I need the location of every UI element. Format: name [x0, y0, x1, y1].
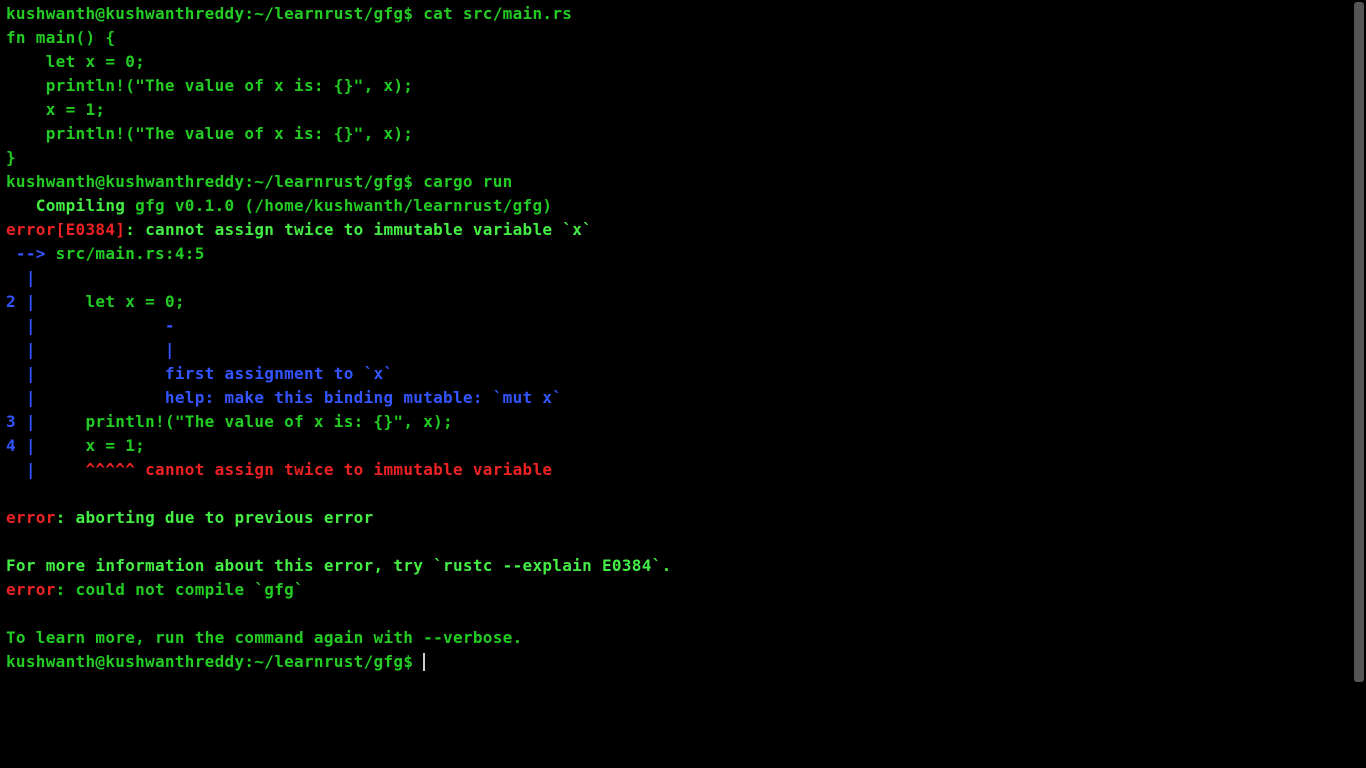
- caret-message: cannot assign twice to immutable variabl…: [135, 460, 552, 479]
- prompt-user: kushwanth@kushwanthreddy: [6, 4, 244, 23]
- error-message: : could not compile `gfg`: [56, 580, 304, 599]
- gutter-bar: |: [6, 388, 46, 407]
- compiling-label: Compiling: [6, 196, 125, 215]
- caret-pad: [46, 460, 86, 479]
- compiling-target: gfg v0.1.0 (/home/kushwanth/learnrust/gf…: [125, 196, 552, 215]
- error-label: error: [6, 580, 56, 599]
- command: cat src/main.rs: [423, 4, 572, 23]
- prompt-dollar: $: [403, 4, 423, 23]
- gutter-bar: |: [6, 316, 46, 335]
- line-number: 4: [6, 436, 26, 455]
- source-line: let x = 0;: [6, 52, 145, 71]
- error-bracket: [: [56, 220, 66, 239]
- error-label: error: [6, 220, 56, 239]
- gutter-bar: |: [6, 340, 46, 359]
- error-code: E0384: [66, 220, 116, 239]
- source-line: fn main() {: [6, 28, 115, 47]
- error-message: : cannot assign twice to immutable varia…: [125, 220, 592, 239]
- gutter-bar: |: [26, 436, 46, 455]
- source-line: println!("The value of x is: {}", x);: [6, 76, 413, 95]
- source-line: x = 1;: [6, 100, 105, 119]
- prompt-path: :~/learnrust/gfg: [244, 4, 403, 23]
- gutter-bar: |: [6, 268, 46, 287]
- code-line: x = 1;: [46, 436, 145, 455]
- location-arrow: -->: [6, 244, 56, 263]
- error-bracket: ]: [115, 220, 125, 239]
- cursor[interactable]: [423, 653, 425, 671]
- location-file: src/main.rs:4:5: [56, 244, 205, 263]
- learn-more: To learn more, run the command again wit…: [6, 628, 523, 647]
- vertical-scrollbar[interactable]: [1352, 0, 1366, 768]
- prompt-path: :~/learnrust/gfg: [244, 652, 403, 671]
- code-line: let x = 0;: [46, 292, 185, 311]
- error-message: : aborting due to previous error: [56, 508, 374, 527]
- command: cargo run: [423, 172, 512, 191]
- gutter-bar: |: [26, 292, 46, 311]
- line-number: 3: [6, 412, 26, 431]
- prompt-user: kushwanth@kushwanthreddy: [6, 172, 244, 191]
- caret-marker: ^^^^^: [85, 460, 135, 479]
- prompt-user: kushwanth@kushwanthreddy: [6, 652, 244, 671]
- prompt-path: :~/learnrust/gfg: [244, 172, 403, 191]
- scrollbar-thumb[interactable]: [1354, 2, 1364, 682]
- error-label: error: [6, 508, 56, 527]
- prompt-dollar: $: [403, 172, 423, 191]
- gutter-bar: |: [26, 412, 46, 431]
- gutter-bar: |: [6, 364, 46, 383]
- line-number: 2: [6, 292, 26, 311]
- source-line: println!("The value of x is: {}", x);: [6, 124, 413, 143]
- gutter-bar: |: [6, 460, 46, 479]
- more-info: For more information about this error, t…: [6, 556, 672, 575]
- source-line: }: [6, 148, 16, 167]
- terminal-output[interactable]: kushwanth@kushwanthreddy:~/learnrust/gfg…: [0, 0, 1352, 768]
- note-help: help: make this binding mutable: `mut x`: [46, 388, 563, 407]
- marker-dash: -: [46, 316, 175, 335]
- marker-pipe: |: [46, 340, 175, 359]
- note-first-assignment: first assignment to `x`: [46, 364, 394, 383]
- prompt-dollar: $: [403, 652, 423, 671]
- code-line: println!("The value of x is: {}", x);: [46, 412, 453, 431]
